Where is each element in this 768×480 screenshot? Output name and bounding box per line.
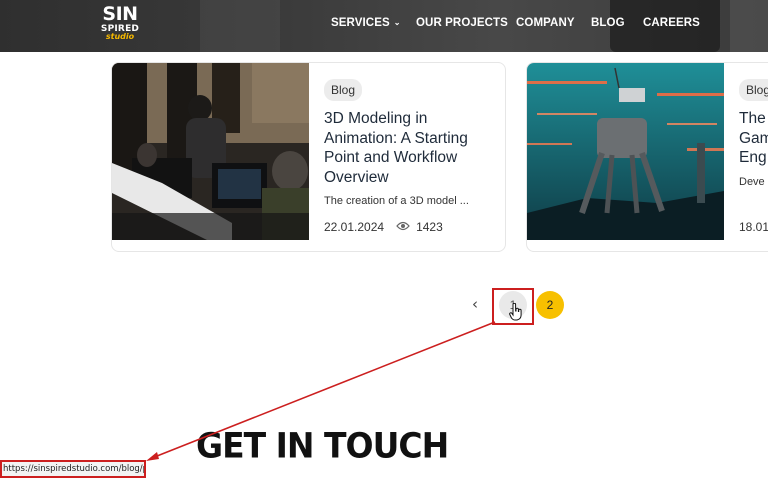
annotation-arrow	[146, 321, 496, 461]
status-bar-url: https://sinspiredstudio.com/blog/page/1/	[0, 460, 146, 478]
